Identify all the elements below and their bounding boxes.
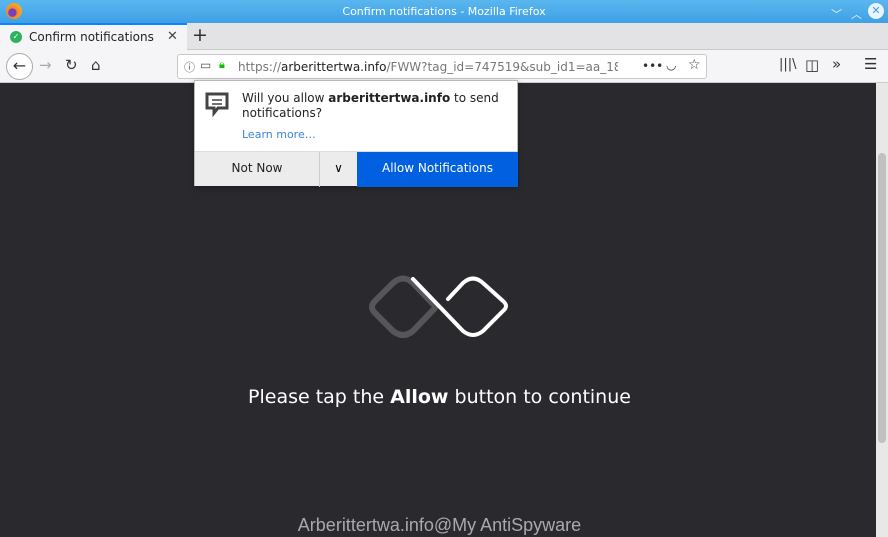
page-actions-icon[interactable]: •••	[642, 59, 663, 73]
tab-confirm-notifications[interactable]: ✓ Confirm notifications ✕	[0, 23, 187, 50]
notification-permission-popup: Will you allow arberittertwa.info to sen…	[194, 80, 518, 187]
nav-bar: ← → ↻ ⌂ ⓘ ▭ 🔒︎ https://arberittertwa.inf…	[0, 50, 888, 83]
back-button[interactable]: ←	[6, 53, 33, 80]
library-icon[interactable]: |||\	[779, 57, 797, 72]
window-title: Confirm notifications - Mozilla Firefox	[342, 5, 546, 18]
notification-permission-icon[interactable]: ▭	[200, 58, 211, 72]
info-icon[interactable]: ⓘ	[184, 59, 195, 75]
check-icon: ✓	[10, 31, 22, 43]
home-button[interactable]: ⌂	[91, 56, 101, 74]
overflow-icon[interactable]: »	[832, 55, 841, 73]
scrollbar-thumb[interactable]	[878, 153, 886, 443]
firefox-logo-icon	[6, 3, 22, 19]
reload-button[interactable]: ↻	[65, 56, 78, 74]
learn-more-link[interactable]: Learn more…	[242, 128, 316, 141]
message-icon	[205, 92, 229, 117]
infinity-loader-icon	[369, 275, 508, 338]
url-bar[interactable]: ⓘ ▭ 🔒︎ https://arberittertwa.info/FWW?ta…	[177, 54, 707, 79]
instruction-text: Please tap the Allow button to continue	[248, 386, 631, 408]
lock-icon: 🔒︎	[219, 58, 225, 71]
new-tab-button[interactable]: +	[192, 24, 208, 46]
url-text[interactable]: https://arberittertwa.info/FWW?tag_id=74…	[238, 60, 618, 74]
tab-label: Confirm notifications	[29, 30, 154, 44]
title-bar: Confirm notifications - Mozilla Firefox …	[0, 0, 888, 23]
allow-notifications-button[interactable]: Allow Notifications	[357, 152, 518, 187]
pocket-icon[interactable]: ◡	[666, 58, 676, 72]
sidebar-icon[interactable]: ◫	[805, 56, 819, 74]
chevron-down-icon: ∨	[334, 161, 343, 175]
close-window-button[interactable]: ✕	[868, 3, 884, 19]
more-options-dropdown[interactable]: ∨	[319, 152, 357, 187]
menu-icon[interactable]: ☰	[864, 55, 877, 73]
scrollbar[interactable]	[876, 83, 888, 537]
forward-button[interactable]: →	[39, 56, 52, 74]
close-tab-icon[interactable]: ✕	[167, 29, 178, 44]
watermark: Arberittertwa.info@My AntiSpyware	[297, 515, 582, 535]
tab-bar: ✓ Confirm notifications ✕ +	[0, 23, 888, 50]
not-now-button[interactable]: Not Now	[195, 152, 319, 187]
bookmark-star-icon[interactable]: ☆	[688, 57, 701, 73]
permission-question: Will you allow arberittertwa.info to sen…	[242, 91, 499, 120]
